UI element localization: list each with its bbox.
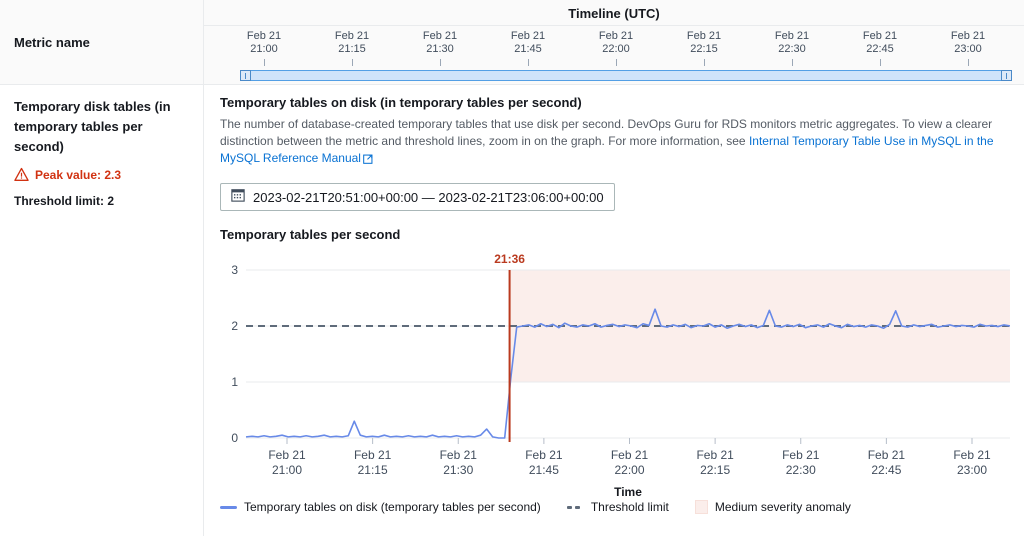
metric-title: Temporary disk tables (in temporary tabl… — [14, 99, 171, 154]
x-axis-tick-label: Feb 21 21:15 — [354, 448, 392, 477]
external-link-icon[interactable] — [363, 152, 374, 169]
legend-item[interactable]: Temporary tables on disk (temporary tabl… — [220, 500, 541, 514]
timeline-header: Timeline (UTC) Feb 21 21:00 Feb 21 21:15 Feb… — [204, 0, 1024, 85]
y-axis-tick-label: 1 — [231, 375, 238, 389]
timeline-tick-label: Feb 21 22:45 — [862, 30, 898, 55]
metric-sidebar-body: Temporary disk tables (in temporary tabl… — [0, 85, 203, 208]
peak-value-row: Peak value: 2.3 — [14, 167, 189, 182]
metric-sidebar-header: Metric name — [0, 0, 203, 85]
timeline-tick-label: Feb 21 21:45 — [510, 30, 546, 55]
timeline-title: Timeline (UTC) — [568, 6, 660, 21]
metric-name-header: Metric name — [14, 35, 90, 50]
timeline-tick-mark — [880, 59, 881, 66]
timeline-tick-mark — [616, 59, 617, 66]
x-axis-tick-label: Feb 21 21:45 — [525, 448, 563, 477]
x-axis-tick-label: Feb 21 23:00 — [953, 448, 991, 477]
metric-detail-panel: Timeline (UTC) Feb 21 21:00 Feb 21 21:15 Feb… — [204, 0, 1024, 536]
anomaly-marker-label: 21:36 — [494, 252, 525, 266]
threshold-limit-text: Threshold limit: 2 — [14, 194, 115, 208]
legend-item[interactable]: Threshold limit — [566, 500, 669, 514]
timeline-tick: Feb 21 21:30 — [396, 30, 484, 70]
timeline-tick-label: Feb 21 21:15 — [334, 30, 370, 55]
metric-sidebar: Metric name Temporary disk tables (in te… — [0, 0, 204, 536]
timeline-range-slider[interactable] — [240, 70, 1012, 81]
warning-triangle-icon — [14, 167, 29, 181]
x-axis-tick-label: Feb 21 22:15 — [696, 448, 734, 477]
timeline-slider-handle-left[interactable] — [240, 70, 251, 81]
panel-title: Temporary tables on disk (in temporary t… — [220, 95, 582, 110]
timeline-tick-label: Feb 21 22:15 — [686, 30, 722, 55]
legend-item-label: Threshold limit — [590, 500, 669, 514]
timeline-tick-mark — [352, 59, 353, 66]
y-axis-tick-label: 0 — [231, 431, 238, 445]
timeline-tick: Feb 21 23:00 — [924, 30, 1012, 70]
timeline-tick: Feb 21 22:00 — [572, 30, 660, 70]
timeline-tick-label: Feb 21 21:30 — [422, 30, 458, 55]
y-axis-tick-label: 3 — [231, 263, 238, 277]
timeline-tick-mark — [440, 59, 441, 66]
calendar-icon — [231, 188, 245, 207]
timeline-tick-mark — [264, 59, 265, 66]
x-axis-tick-label: Feb 21 22:00 — [611, 448, 649, 477]
x-axis-tick-label: Feb 21 22:30 — [782, 448, 820, 477]
timeline-tick-label: Feb 21 22:00 — [598, 30, 634, 55]
x-axis-tick-label: Feb 21 21:30 — [440, 448, 478, 477]
y-axis-tick-label: 2 — [231, 319, 238, 333]
x-axis-tick-label: Feb 21 21:00 — [268, 448, 306, 477]
metric-chart[interactable]: 0 1 2 3 21:36 Feb 21 21:00 Feb 21 21:15 Feb 21 21:… — [220, 248, 1010, 510]
timeline-divider — [204, 25, 1024, 26]
timeline-tick-label: Feb 21 21:00 — [246, 30, 282, 55]
timeline-tick: Feb 21 21:45 — [484, 30, 572, 70]
timeline-tick: Feb 21 22:45 — [836, 30, 924, 70]
legend-swatch-line — [220, 505, 237, 509]
chart-heading: Temporary tables per second — [220, 227, 401, 242]
chart-legend: Temporary tables on disk (temporary tabl… — [220, 500, 851, 514]
legend-swatch-dashed — [566, 505, 584, 509]
timeline-tick-mark — [704, 59, 705, 66]
legend-item-label: Temporary tables on disk (temporary tabl… — [244, 500, 541, 514]
timeline-tick: Feb 21 22:30 — [748, 30, 836, 70]
timeline-tick-row: Feb 21 21:00 Feb 21 21:15 Feb 21 21:30 Feb 21 2… — [220, 30, 1012, 70]
timeline-tick-mark — [528, 59, 529, 66]
legend-item[interactable]: Medium severity anomaly — [694, 500, 851, 514]
timeline-tick: Feb 21 21:00 — [220, 30, 308, 70]
date-range-picker[interactable]: 2023-02-21T20:51:00+00:00 — 2023-02-21T2… — [220, 183, 615, 211]
peak-value-text: Peak value: 2.3 — [35, 167, 122, 182]
panel-description: The number of database-created temporary… — [220, 116, 1008, 169]
timeline-tick-mark — [968, 59, 969, 66]
chart-canvas[interactable]: 0 1 2 3 21:36 Feb 21 21:00 Feb 21 21:15 Feb 21 21:… — [220, 248, 1010, 510]
timeline-slider-handle-right[interactable] — [1001, 70, 1012, 81]
legend-item-label: Medium severity anomaly — [714, 500, 851, 514]
panel-content: Temporary tables on disk (in temporary t… — [204, 85, 1024, 510]
timeline-tick: Feb 21 22:15 — [660, 30, 748, 70]
timeline-tick-label: Feb 21 22:30 — [774, 30, 810, 55]
timeline-tick: Feb 21 21:15 — [308, 30, 396, 70]
legend-swatch-band — [694, 500, 708, 514]
x-axis-title: Time — [614, 485, 642, 499]
date-range-value: 2023-02-21T20:51:00+00:00 — 2023-02-21T2… — [253, 189, 604, 205]
timeline-tick-mark — [792, 59, 793, 66]
timeline-tick-label: Feb 21 23:00 — [950, 30, 986, 55]
x-axis-tick-label: Feb 21 22:45 — [868, 448, 906, 477]
